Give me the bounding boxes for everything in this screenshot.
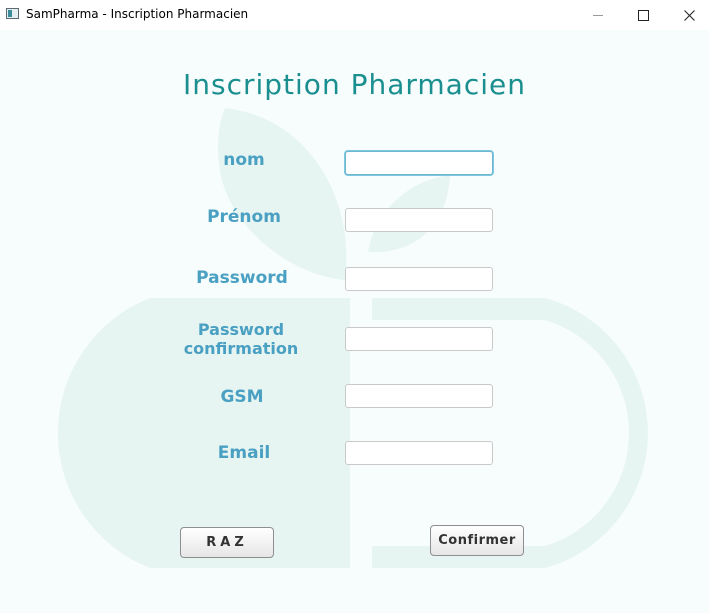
page-title: Inscription Pharmacien <box>183 68 526 101</box>
raz-button[interactable]: RAZ <box>180 527 274 558</box>
nom-input[interactable] <box>345 151 493 175</box>
form-panel: Inscription Pharmacien nom Prénom Passwo… <box>0 30 709 613</box>
password-confirmation-input[interactable] <box>345 327 493 351</box>
app-window: SamPharma - Inscription Pharmacien Inscr… <box>0 0 709 613</box>
window-title: SamPharma - Inscription Pharmacien <box>26 7 249 21</box>
nom-label: nom <box>223 150 265 170</box>
close-icon <box>683 9 695 21</box>
password-input[interactable] <box>345 267 493 291</box>
title-bar: SamPharma - Inscription Pharmacien <box>0 0 709 30</box>
close-button[interactable] <box>666 0 709 30</box>
email-input[interactable] <box>345 441 493 465</box>
password-confirmation-label: Password confirmation <box>183 320 299 358</box>
app-icon <box>6 8 19 19</box>
password-label: Password <box>196 268 288 288</box>
pharmacy-watermark-icon <box>57 108 648 568</box>
maximize-icon <box>637 9 649 21</box>
email-label: Email <box>217 443 271 463</box>
gsm-input[interactable] <box>345 384 493 408</box>
minimize-button[interactable] <box>575 0 621 30</box>
prenom-label: Prénom <box>207 207 281 227</box>
gsm-label: GSM <box>220 387 264 407</box>
prenom-input[interactable] <box>345 208 493 232</box>
maximize-button[interactable] <box>620 0 666 30</box>
confirm-button[interactable]: Confirmer <box>430 525 524 556</box>
minimize-icon <box>593 14 603 16</box>
